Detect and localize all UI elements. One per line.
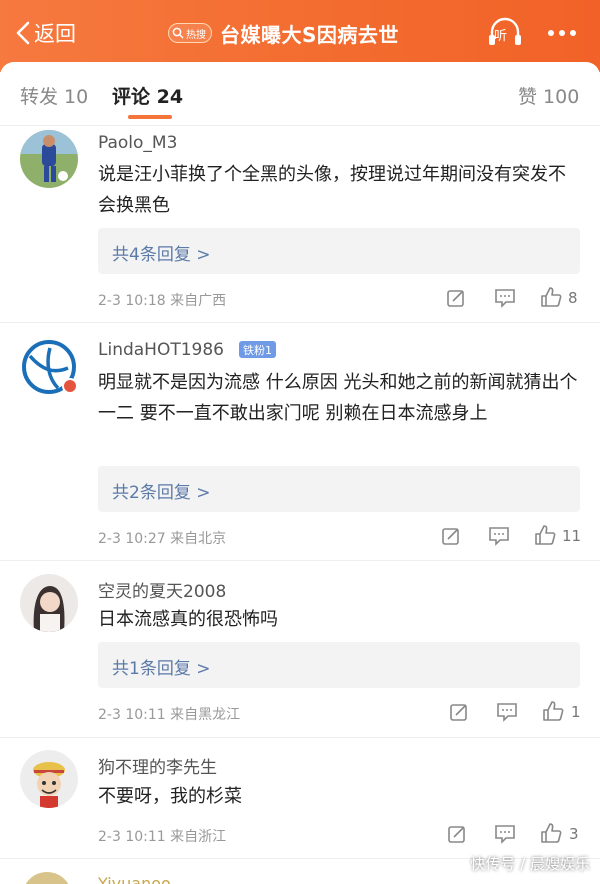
hot-search-badge[interactable]: 热搜 — [168, 23, 212, 43]
comment-username[interactable]: 狗不理的李先生 — [98, 753, 217, 778]
tab-bar: 转发 10 评论 24 赞 100 — [0, 62, 600, 126]
replies-label: 共2条回复 > — [112, 483, 211, 503]
comment-username[interactable]: Yiyuanoo — [98, 874, 171, 884]
like-count: 3 — [569, 825, 579, 843]
title-area: 热搜 台媒曝大S因病去世 — [168, 18, 399, 48]
comment-meta: 2-3 10:27 来自北京 — [98, 531, 227, 547]
like-count: 11 — [562, 527, 582, 545]
share-icon[interactable] — [447, 824, 467, 844]
more-dot-icon — [548, 30, 554, 36]
share-icon[interactable] — [446, 288, 466, 308]
comment-username[interactable]: Paolo_M3 — [98, 133, 177, 153]
thumbs-up-icon[interactable] — [540, 286, 562, 308]
verified-badge-icon — [62, 378, 78, 394]
comment-meta: 2-3 10:11 来自浙江 — [98, 829, 227, 845]
comment-icon[interactable] — [496, 702, 518, 722]
comment-icon[interactable] — [494, 288, 516, 308]
comment-meta: 2-3 10:18 来自广西 — [98, 293, 227, 309]
listen-button[interactable]: 听 — [486, 16, 524, 50]
search-icon — [172, 27, 184, 39]
avatar[interactable] — [20, 750, 78, 808]
thumbs-up-icon[interactable] — [534, 524, 556, 546]
comment-icon[interactable] — [488, 526, 510, 546]
avatar[interactable] — [20, 130, 78, 188]
replies-label: 共1条回复 > — [112, 659, 211, 679]
share-icon[interactable] — [441, 526, 461, 546]
like-count: 1 — [571, 703, 581, 721]
comment-username[interactable]: 空灵的夏天2008 — [98, 577, 226, 602]
more-dot-icon — [559, 30, 565, 36]
hot-badge-label: 热搜 — [186, 29, 206, 41]
back-button[interactable]: 返回 — [14, 18, 76, 48]
more-dot-icon — [570, 30, 576, 36]
avatar[interactable] — [20, 574, 78, 632]
comment-username[interactable]: LindaHOT1986 — [98, 340, 224, 360]
listen-label: 听 — [494, 29, 508, 44]
thumbs-up-icon[interactable] — [540, 822, 562, 844]
watermark: 快传号 / 晨嫂娱乐 — [470, 855, 590, 873]
replies-link[interactable]: 共4条回复 > — [98, 228, 580, 274]
divider — [0, 322, 600, 323]
like-count: 8 — [568, 289, 578, 307]
share-icon[interactable] — [449, 702, 469, 722]
replies-link[interactable]: 共2条回复 > — [98, 466, 580, 512]
comment-text: 明显就不是因为流感 什么原因 光头和她之前的新闻就猜出个一二 要不一直不敢出家门… — [98, 372, 578, 424]
comment-text: 说是汪小菲换了个全黑的头像，按理说过年期间没有突发不会换黑色 — [98, 164, 566, 216]
page-title: 台媒曝大S因病去世 — [220, 22, 399, 47]
tab-comments[interactable]: 评论 24 — [112, 82, 183, 109]
replies-label: 共4条回复 > — [112, 245, 211, 265]
thumbs-up-icon[interactable] — [542, 700, 564, 722]
divider — [0, 560, 600, 561]
more-button[interactable] — [548, 30, 576, 36]
fan-badge-label: 铁粉1 — [243, 343, 272, 357]
comment-meta: 2-3 10:11 来自黑龙江 — [98, 707, 241, 723]
fan-level-badge: 铁粉1 — [239, 341, 276, 358]
comment-text: 不要呀，我的杉菜 — [98, 786, 242, 807]
back-label: 返回 — [34, 22, 76, 46]
tab-active-indicator — [128, 115, 172, 119]
tab-reposts[interactable]: 转发 10 — [20, 82, 88, 109]
replies-link[interactable]: 共1条回复 > — [98, 642, 580, 688]
chevron-left-icon — [16, 21, 30, 45]
comment-text: 日本流感真的很恐怖吗 — [98, 609, 278, 630]
divider — [0, 737, 600, 738]
tab-likes[interactable]: 赞 100 — [518, 82, 579, 109]
comment-icon[interactable] — [494, 824, 516, 844]
